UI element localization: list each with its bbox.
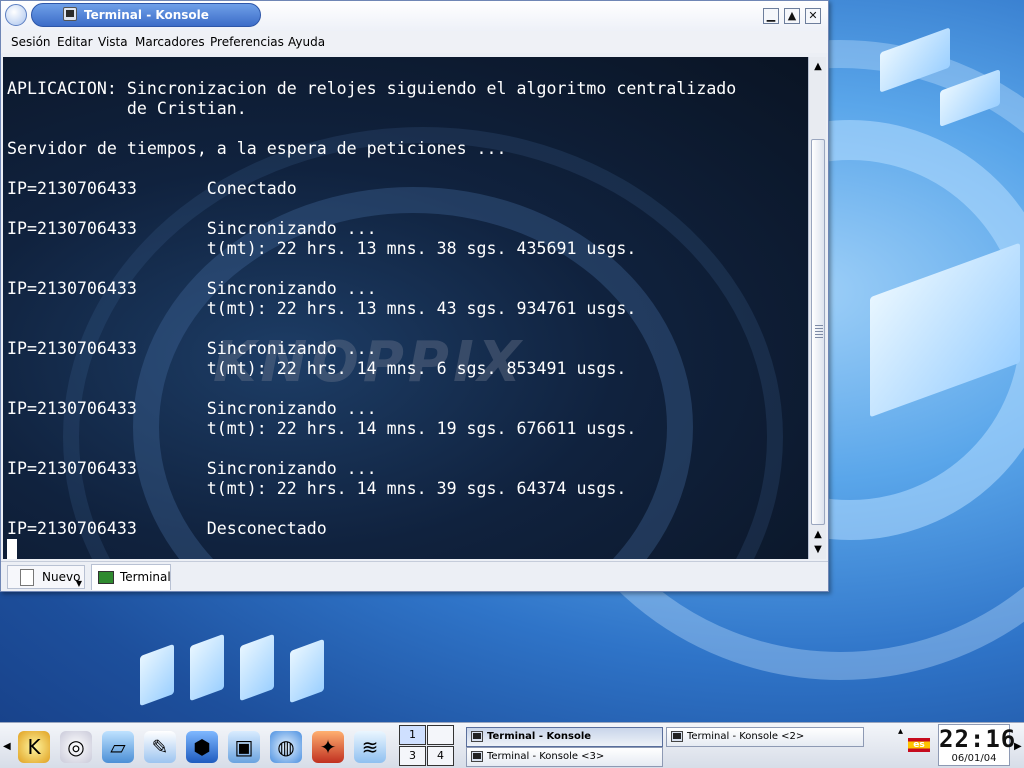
control-center-icon[interactable]: ✎ — [144, 731, 176, 763]
tab-terminal[interactable]: Terminal — [91, 564, 171, 590]
terminal-line: IP=2130706433 Sincronizando ... — [7, 279, 377, 298]
konsole-window: Terminal - Konsole ▁ ▲ ✕ Sesión Editar V… — [0, 0, 829, 592]
help-icon[interactable]: ◎ — [60, 731, 92, 763]
terminal-line: IP=2130706433 Sincronizando ... — [7, 219, 377, 238]
task-konsole-3[interactable]: Terminal - Konsole <3> — [466, 747, 663, 767]
menu-ayuda[interactable]: Ayuda — [288, 35, 325, 49]
dropdown-arrow-icon: ▼ — [75, 579, 82, 588]
task-konsole-1[interactable]: Terminal - Konsole — [466, 727, 663, 747]
menu-vista[interactable]: Vista — [98, 35, 128, 49]
window-titlebar[interactable]: Terminal - Konsole ▁ ▲ ✕ — [1, 1, 828, 31]
terminal-scrollbar[interactable]: ▲ ▲ ▼ — [808, 57, 826, 559]
maximize-button[interactable]: ▲ — [784, 8, 800, 24]
task-label: Terminal - Konsole <3> — [487, 751, 605, 762]
desktop-3-button[interactable]: 3 — [399, 746, 426, 766]
terminal-line: APLICACION: Sincronizacion de relojes si… — [7, 79, 737, 98]
terminal-line: IP=2130706433 Desconectado — [7, 519, 327, 538]
cube-icon[interactable]: ⬢ — [186, 731, 218, 763]
terminal-cursor — [7, 539, 17, 559]
menu-bar: Sesión Editar Vista Marcadores Preferenc… — [1, 31, 828, 53]
terminal-output[interactable]: KNOPPIX APLICACION: Sincronizacion de re… — [3, 57, 808, 559]
desktop-1-button[interactable]: 1 — [399, 725, 426, 745]
scroll-down-arrow-up-icon[interactable]: ▲ — [810, 527, 826, 543]
new-document-icon — [20, 569, 34, 586]
desktop-icon[interactable]: ▣ — [228, 731, 260, 763]
terminal-line: IP=2130706433 Sincronizando ... — [7, 399, 377, 418]
clock-time: 22:16 — [939, 725, 1017, 753]
desktop-4-button[interactable]: 4 — [427, 746, 454, 766]
terminal-line: Servidor de tiempos, a la espera de peti… — [7, 139, 507, 158]
terminal-line: de Cristian. — [7, 99, 247, 118]
kde-taskbar: ◀ K ◎ ▱ ✎ ⬢ ▣ ◍ ✦ ≋ 1 3 4 Terminal - Kon… — [0, 722, 1024, 768]
terminal-line: IP=2130706433 Sincronizando ... — [7, 339, 377, 358]
terminal-line: t(mt): 22 hrs. 14 mns. 39 sgs. 64374 usg… — [7, 479, 627, 498]
browser-icon[interactable]: ◍ — [270, 731, 302, 763]
taskbar-hide-left-icon[interactable]: ◀ — [3, 741, 11, 752]
task-konsole-2[interactable]: Terminal - Konsole <2> — [666, 727, 864, 747]
konsole-task-icon — [471, 731, 483, 742]
scrollbar-thumb[interactable] — [811, 139, 825, 525]
konsole-task-icon — [471, 751, 483, 762]
window-menu-button[interactable] — [5, 4, 27, 26]
minimize-button[interactable]: ▁ — [763, 8, 779, 24]
menu-editar[interactable]: Editar — [57, 35, 93, 49]
menu-marcadores[interactable]: Marcadores — [135, 35, 205, 49]
new-session-label: Nuevo — [42, 570, 81, 584]
menu-sesion[interactable]: Sesión — [11, 35, 51, 49]
scroll-down-arrow-icon[interactable]: ▼ — [810, 542, 826, 558]
home-icon[interactable]: ▱ — [102, 731, 134, 763]
keyboard-layout-flag-icon[interactable]: es — [908, 738, 930, 752]
terminal-line: IP=2130706433 Conectado — [7, 179, 297, 198]
terminal-app-icon — [63, 7, 77, 21]
konsole-task-icon — [671, 731, 683, 742]
terminal-line: t(mt): 22 hrs. 13 mns. 38 sgs. 435691 us… — [7, 239, 637, 258]
session-tabbar: Nuevo ▼ Terminal — [1, 561, 828, 591]
task-label: Terminal - Konsole <2> — [687, 731, 805, 742]
terminal-line: t(mt): 22 hrs. 13 mns. 43 sgs. 934761 us… — [7, 299, 637, 318]
desktop-2-button[interactable] — [427, 725, 454, 745]
task-label: Terminal - Konsole — [487, 731, 592, 742]
scroll-up-arrow-icon[interactable]: ▲ — [810, 59, 826, 75]
terminal-line: t(mt): 22 hrs. 14 mns. 19 sgs. 676611 us… — [7, 419, 637, 438]
terminal-icon[interactable]: ✦ — [312, 731, 344, 763]
menu-preferencias[interactable]: Preferencias — [210, 35, 284, 49]
terminal-line: IP=2130706433 Sincronizando ... — [7, 459, 377, 478]
terminal-tab-icon — [98, 571, 114, 584]
new-session-button[interactable]: Nuevo ▼ — [7, 565, 85, 589]
close-button[interactable]: ✕ — [805, 8, 821, 24]
clock-date: 06/01/04 — [951, 753, 997, 764]
office-icon[interactable]: ≋ — [354, 731, 386, 763]
window-title-text: Terminal - Konsole — [84, 8, 209, 22]
kde-menu-icon[interactable]: K — [18, 731, 50, 763]
taskbar-clock[interactable]: 22:16 06/01/04 — [938, 724, 1017, 766]
taskbar-scroll-icon[interactable]: ▴ — [898, 726, 903, 737]
terminal-line: t(mt): 22 hrs. 14 mns. 6 sgs. 853491 usg… — [7, 359, 627, 378]
tab-terminal-label: Terminal — [120, 570, 171, 584]
